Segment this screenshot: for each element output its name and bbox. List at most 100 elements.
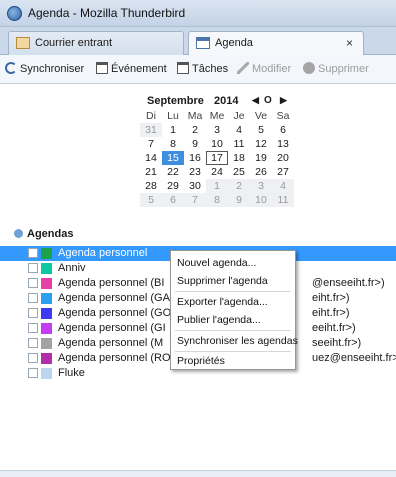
day-cell[interactable]: 19 xyxy=(250,151,272,165)
day-cell[interactable]: 21 xyxy=(140,165,162,179)
day-cell[interactable]: 10 xyxy=(206,137,228,151)
calendar-checkbox[interactable] xyxy=(28,308,38,318)
day-cell[interactable]: 16 xyxy=(184,151,206,165)
day-cell[interactable]: 1 xyxy=(162,123,184,137)
day-cell[interactable]: 11 xyxy=(272,193,294,207)
sync-icon xyxy=(5,62,17,74)
today-icon[interactable]: O xyxy=(264,95,272,106)
day-cell[interactable]: 3 xyxy=(206,123,228,137)
calendar-checkbox[interactable] xyxy=(28,368,38,378)
calendar-name: Agenda personnel (GI xyxy=(58,322,166,334)
thunderbird-app-icon xyxy=(7,6,22,21)
calendar-color-swatch xyxy=(41,308,52,319)
new-event-button[interactable]: Événement xyxy=(96,62,167,75)
day-cell[interactable]: 23 xyxy=(184,165,206,179)
day-cell[interactable]: 6 xyxy=(272,123,294,137)
agendas-header[interactable]: Agendas xyxy=(14,228,73,240)
day-cell[interactable]: 7 xyxy=(140,137,162,151)
weekday-label: Lu xyxy=(167,110,179,122)
modify-label: Modifier xyxy=(252,63,292,75)
day-cell[interactable]: 2 xyxy=(228,179,250,193)
day-cell[interactable]: 9 xyxy=(184,137,206,151)
prev-month-icon[interactable]: ◀ xyxy=(252,95,259,106)
day-cell[interactable]: 30 xyxy=(184,179,206,193)
event-label: Événement xyxy=(111,63,167,75)
delete-icon xyxy=(303,62,315,74)
calendar-checkbox[interactable] xyxy=(28,338,38,348)
day-cell[interactable]: 3 xyxy=(250,179,272,193)
context-menu: Nouvel agenda... Supprimer l'agenda Expo… xyxy=(170,250,298,370)
mini-month-grid: Di Lu Ma Me Je Ve Sa 31 1 2 3 4 5 6 7 8 9 10 11 12 13 14 15 16 1… xyxy=(140,109,296,207)
calendar-email: @enseeiht.fr>) xyxy=(312,277,385,289)
mini-month-header: Septembre 2014 ◀ O ▶ xyxy=(140,94,296,109)
day-cell[interactable]: 28 xyxy=(140,179,162,193)
calendar-checkbox[interactable] xyxy=(28,323,38,333)
calendar-name: Agenda personnel xyxy=(58,247,148,259)
day-cell[interactable]: 2 xyxy=(184,123,206,137)
day-cell[interactable]: 8 xyxy=(206,193,228,207)
calendar-email: uez@enseeiht.fr>) xyxy=(312,352,396,364)
menu-item-properties[interactable]: Propriétés xyxy=(177,355,225,367)
year[interactable]: 2014 xyxy=(214,95,238,107)
tab-agenda[interactable]: Agenda × xyxy=(188,31,364,56)
day-cell[interactable]: 15 xyxy=(162,151,184,165)
modify-button[interactable]: Modifier xyxy=(237,62,291,75)
menu-item-publish-calendar[interactable]: Publier l'agenda... xyxy=(177,314,261,326)
day-cell[interactable]: 11 xyxy=(228,137,250,151)
calendar-checkbox[interactable] xyxy=(28,293,38,303)
calendar-checkbox[interactable] xyxy=(28,353,38,363)
day-cell[interactable]: 26 xyxy=(250,165,272,179)
day-cell[interactable]: 12 xyxy=(250,137,272,151)
calendar-checkbox[interactable] xyxy=(28,263,38,273)
day-cell[interactable]: 25 xyxy=(228,165,250,179)
calendar-email: eiht.fr>) xyxy=(312,307,350,319)
day-cell[interactable]: 18 xyxy=(228,151,250,165)
day-cell[interactable]: 14 xyxy=(140,151,162,165)
menu-item-sync-calendars[interactable]: Synchroniser les agendas xyxy=(177,335,298,347)
sync-button[interactable]: Synchroniser xyxy=(5,62,84,75)
agendas-header-label: Agendas xyxy=(27,228,74,240)
day-cell[interactable]: 13 xyxy=(272,137,294,151)
weekday-label: Je xyxy=(233,110,245,122)
weekday-label: Me xyxy=(209,110,225,122)
calendar-color-swatch xyxy=(41,263,52,274)
calendar-name: Agenda personnel (BI xyxy=(58,277,165,289)
day-cell[interactable]: 7 xyxy=(184,193,206,207)
day-cell[interactable]: 22 xyxy=(162,165,184,179)
task-icon xyxy=(177,62,189,74)
tab-courrier-entrant[interactable]: Courrier entrant xyxy=(8,31,184,55)
day-cell[interactable]: 8 xyxy=(162,137,184,151)
close-tab-icon[interactable]: × xyxy=(346,36,353,50)
menu-item-export-calendar[interactable]: Exporter l'agenda... xyxy=(177,296,268,308)
tasks-label: Tâches xyxy=(192,63,229,75)
day-cell[interactable]: 4 xyxy=(228,123,250,137)
calendar-checkbox[interactable] xyxy=(28,278,38,288)
day-cell[interactable]: 6 xyxy=(162,193,184,207)
next-month-icon[interactable]: ▶ xyxy=(280,95,287,106)
month-name[interactable]: Septembre xyxy=(147,95,204,107)
day-cell[interactable]: 9 xyxy=(228,193,250,207)
day-cell[interactable]: 31 xyxy=(140,123,162,137)
delete-button[interactable]: Supprimer xyxy=(303,62,369,75)
calendar-name: Fluke xyxy=(58,367,85,379)
day-cell[interactable]: 27 xyxy=(272,165,294,179)
window-title: Agenda - Mozilla Thunderbird xyxy=(28,6,186,20)
day-cell[interactable]: 10 xyxy=(250,193,272,207)
menu-item-new-calendar[interactable]: Nouvel agenda... xyxy=(177,257,256,269)
day-cell[interactable]: 4 xyxy=(272,179,294,193)
day-cell[interactable]: 5 xyxy=(250,123,272,137)
day-cell[interactable]: 5 xyxy=(140,193,162,207)
day-cell[interactable]: 17 xyxy=(206,151,228,165)
calendar-name: Agenda personnel (M xyxy=(58,337,164,349)
day-cell[interactable]: 20 xyxy=(272,151,294,165)
menu-item-delete-calendar[interactable]: Supprimer l'agenda xyxy=(177,275,268,287)
twisty-icon[interactable] xyxy=(14,229,23,238)
new-task-button[interactable]: Tâches xyxy=(177,62,228,75)
calendar-checkbox[interactable] xyxy=(28,248,38,258)
day-cell[interactable]: 29 xyxy=(162,179,184,193)
day-cell[interactable]: 24 xyxy=(206,165,228,179)
calendar-email: eiht.fr>) xyxy=(312,292,350,304)
calendar-name: Agenda personnel (GA xyxy=(58,292,170,304)
calendar-color-swatch xyxy=(41,248,52,259)
day-cell[interactable]: 1 xyxy=(206,179,228,193)
